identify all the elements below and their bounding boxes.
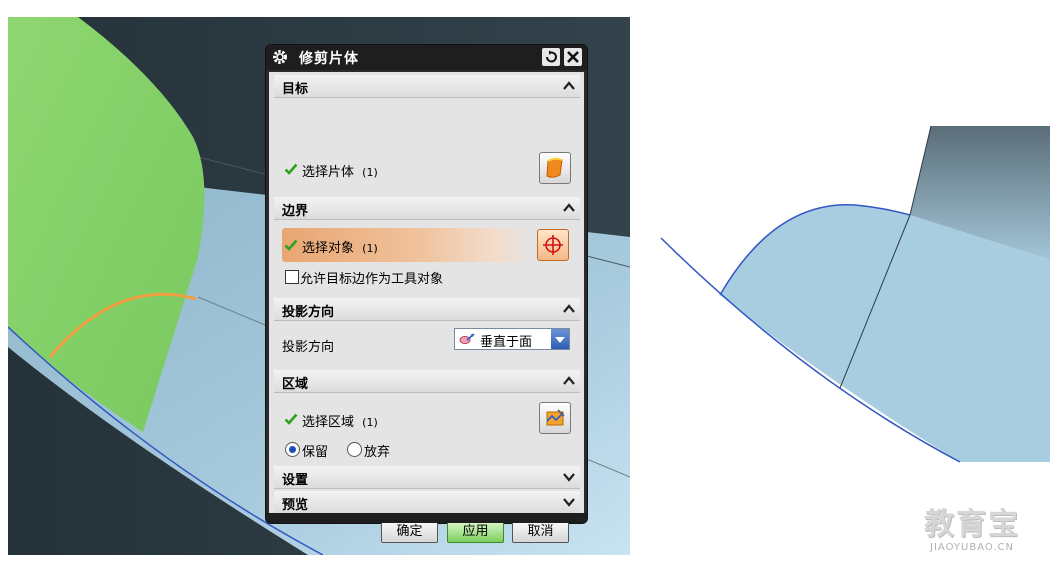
model-view-right — [660, 125, 1050, 463]
chevron-down-icon[interactable] — [560, 468, 578, 486]
discard-radio[interactable] — [347, 442, 362, 457]
projection-direction-dropdown[interactable]: 垂直于面 — [454, 328, 570, 350]
region-select-icon[interactable] — [539, 402, 571, 434]
check-icon — [284, 238, 298, 252]
watermark-main-text: 教育宝 — [924, 507, 1020, 542]
dialog-title: 修剪片体 — [299, 51, 359, 67]
section-header-boundary[interactable]: 边界 — [274, 197, 580, 220]
watermark-sub-text: JIAOYUBAO.CN — [930, 542, 1014, 553]
section-title-region: 区域 — [282, 377, 309, 392]
dialog-footer — [266, 513, 587, 523]
section-header-preview[interactable]: 预览 — [274, 491, 580, 514]
section-header-settings[interactable]: 设置 — [274, 466, 580, 489]
chevron-down-icon[interactable] — [560, 493, 578, 511]
projection-direction-value: 垂直于面 — [480, 335, 533, 350]
select-region-count: (1) — [362, 416, 378, 429]
keep-radio[interactable] — [285, 442, 300, 457]
section-header-target[interactable]: 目标 — [274, 75, 580, 98]
section-header-projection[interactable]: 投影方向 — [274, 298, 580, 321]
section-title-preview: 预览 — [282, 498, 309, 513]
watermark-logo: 教育宝 JIAOYUBAO.CN — [912, 508, 1032, 554]
chevron-up-icon[interactable] — [560, 372, 578, 390]
select-sheet-text: 选择片体 — [302, 165, 355, 180]
allow-target-edge-checkbox[interactable] — [285, 270, 299, 284]
chevron-up-icon[interactable] — [560, 199, 578, 217]
discard-radio-label[interactable]: 放弃 — [364, 441, 390, 460]
section-title-target: 目标 — [282, 82, 309, 97]
select-sheet-count: (1) — [362, 166, 378, 179]
select-region-text: 选择区域 — [302, 415, 355, 430]
select-object-label[interactable]: 选择对象 (1) — [302, 237, 378, 256]
apply-button[interactable]: 应用 — [447, 521, 504, 543]
cancel-button[interactable]: 取消 — [512, 521, 569, 543]
select-region-label[interactable]: 选择区域 (1) — [302, 411, 378, 430]
trim-sheet-dialog: 修剪片体 目标 选择片体 (1) 边界 选择对象 (1) 允许目标边作为工具对象… — [266, 45, 587, 543]
chevron-up-icon[interactable] — [560, 77, 578, 95]
keep-radio-label[interactable]: 保留 — [302, 441, 328, 460]
check-icon — [284, 162, 298, 176]
crosshair-icon[interactable] — [537, 229, 569, 261]
select-object-count: (1) — [362, 242, 378, 255]
graphics-viewport-right[interactable] — [655, 120, 1050, 470]
ok-button[interactable]: 确定 — [381, 521, 438, 543]
reset-icon[interactable] — [542, 48, 560, 66]
check-icon — [284, 412, 298, 426]
dialog-title-bar[interactable]: 修剪片体 — [266, 45, 587, 70]
chevron-up-icon[interactable] — [560, 300, 578, 318]
dialog-body: 目标 选择片体 (1) 边界 选择对象 (1) 允许目标边作为工具对象 投影方向… — [269, 72, 584, 543]
select-object-text: 选择对象 — [302, 241, 355, 256]
projection-direction-label: 投影方向 — [282, 340, 335, 355]
select-sheet-label[interactable]: 选择片体 (1) — [302, 161, 378, 180]
gear-icon[interactable] — [271, 48, 289, 66]
section-header-region[interactable]: 区域 — [274, 370, 580, 393]
allow-target-edge-label[interactable]: 允许目标边作为工具对象 — [300, 268, 443, 287]
sheet-body-icon[interactable] — [539, 152, 571, 184]
section-title-projection: 投影方向 — [282, 305, 335, 320]
section-title-boundary: 边界 — [282, 204, 309, 219]
close-icon[interactable] — [564, 48, 582, 66]
section-title-settings: 设置 — [282, 473, 309, 488]
normal-to-face-icon — [459, 332, 475, 346]
chevron-down-icon[interactable] — [551, 329, 569, 349]
